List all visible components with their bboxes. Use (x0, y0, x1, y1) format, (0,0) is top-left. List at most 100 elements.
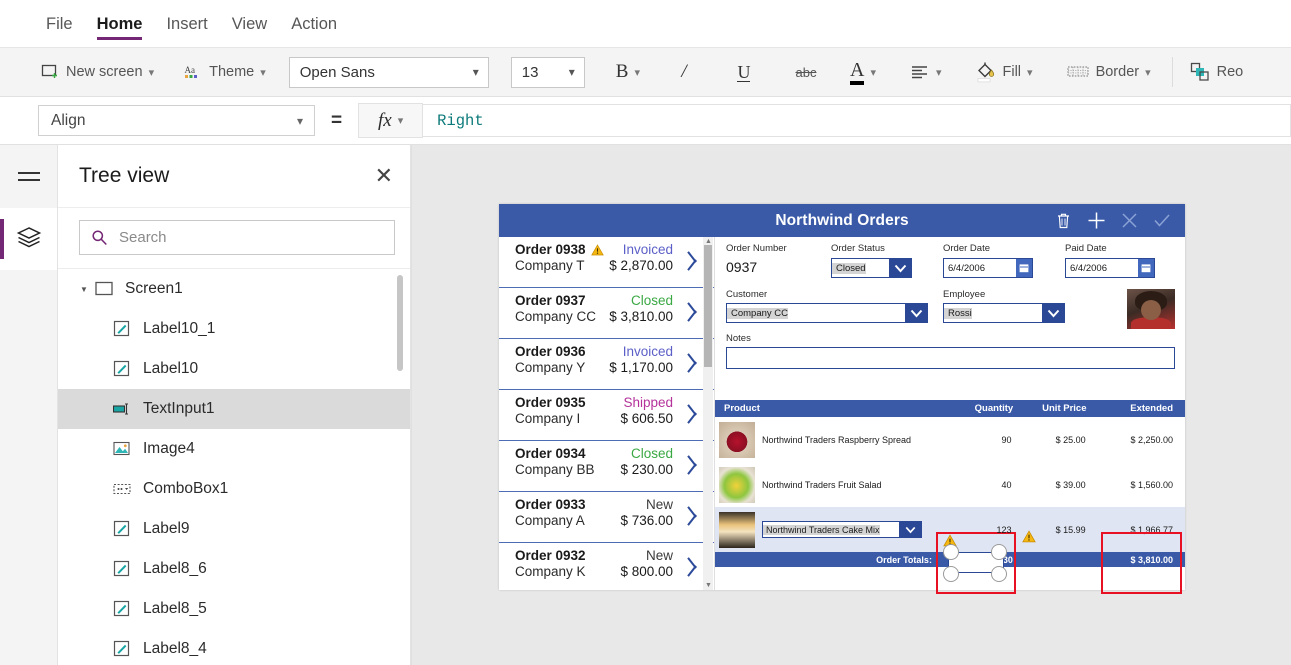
unit-price-cell: $ 39.00 (1020, 480, 1096, 490)
chevron-right-icon[interactable] (691, 504, 702, 526)
new-screen-label: New screen (66, 64, 143, 80)
order-date-picker[interactable]: 6/4/2006 (943, 258, 1033, 278)
tree-item-screen1[interactable]: ▼ Screen1 (58, 269, 410, 309)
order-list-item[interactable]: Order 0933 New Company A $ 736.00 (499, 492, 714, 543)
fill-label: Fill (1003, 64, 1022, 80)
chevron-right-icon[interactable] (691, 351, 702, 373)
chevron-down-icon: ▾ (560, 65, 584, 79)
northwind-orders-app: Northwind Orders (499, 204, 1185, 590)
product-grid-row[interactable]: Northwind Traders Fruit Salad 40 $ 39.00… (715, 462, 1185, 507)
order-number: Order 0937 (515, 293, 586, 308)
chevron-right-icon[interactable] (691, 555, 702, 577)
hamburger-menu-button[interactable] (0, 145, 57, 208)
italic-button[interactable]: / (663, 54, 705, 90)
close-icon[interactable]: ✕ (375, 165, 393, 187)
product-thumbnail (719, 467, 755, 503)
customer-dropdown[interactable]: Company CC (726, 303, 928, 323)
tree-item-label10[interactable]: Label10 (58, 349, 410, 389)
order-list-item[interactable]: Order 0936 Invoiced Company Y $ 1,170.00 (499, 339, 714, 390)
chevron-down-icon[interactable] (899, 522, 921, 537)
tree-item-label8-4[interactable]: Label8_4 (58, 629, 410, 665)
menu-item-insert[interactable]: Insert (154, 0, 219, 48)
product-grid-row[interactable]: Northwind Traders Raspberry Spread 90 $ … (715, 417, 1185, 462)
underline-icon: U (737, 63, 750, 82)
chevron-down-icon[interactable] (905, 304, 927, 322)
tree-item-label8-6[interactable]: Label8_6 (58, 549, 410, 589)
order-list-item[interactable]: Order 0932 New Company K $ 800.00 (499, 543, 714, 590)
cancel-button[interactable] (1114, 206, 1144, 236)
theme-button[interactable]: Aa Theme ▾ (175, 54, 275, 90)
expand-triangle-icon[interactable]: ▼ (80, 285, 95, 294)
tree-item-image4[interactable]: Image4 (58, 429, 410, 469)
calendar-icon[interactable] (1138, 259, 1154, 277)
extended-cell: $ 1,966.77 (1096, 525, 1185, 535)
font-family-select[interactable]: Open Sans ▾ (289, 57, 489, 88)
tree-item-combobox1[interactable]: ComboBox1 (58, 469, 410, 509)
calendar-icon[interactable] (1016, 259, 1032, 277)
formula-input[interactable]: Right (423, 104, 1291, 137)
notes-input[interactable] (726, 347, 1175, 369)
font-color-button[interactable]: A ▾ (841, 54, 885, 90)
text-align-button[interactable]: ▾ (901, 54, 951, 90)
label-icon (113, 640, 143, 658)
strikethrough-button[interactable]: abc (785, 54, 827, 90)
property-select[interactable]: Align ▾ (38, 105, 315, 136)
menu-item-file[interactable]: File (34, 0, 85, 48)
hamburger-icon (18, 167, 40, 185)
tree-scrollbar-thumb[interactable] (397, 275, 403, 371)
product-cell: Northwind Traders Cake Mix (715, 512, 938, 548)
tree-item-label8-5[interactable]: Label8_5 (58, 589, 410, 629)
search-input[interactable] (117, 228, 394, 247)
tree-item-label10-1[interactable]: Label10_1 (58, 309, 410, 349)
resize-handle-top-left[interactable] (943, 544, 959, 560)
border-button[interactable]: Border ▾ (1058, 54, 1160, 90)
chevron-down-icon: ▾ (1027, 66, 1033, 79)
quantity-cell[interactable]: 123 (938, 525, 1020, 535)
resize-handle-bottom-left[interactable] (943, 566, 959, 582)
reorder-button[interactable]: Reo (1181, 54, 1253, 90)
order-list-item[interactable]: Order 0937 Closed Company CC $ 3,810.00 (499, 288, 714, 339)
field-order-number: Order Number 0937 (726, 243, 831, 278)
scroll-up-icon[interactable]: ▲ (705, 238, 712, 245)
add-button[interactable] (1081, 206, 1111, 236)
order-status-dropdown[interactable]: Closed (831, 258, 912, 278)
quantity-cell: 40 (938, 480, 1020, 490)
resize-handle-top-right[interactable] (991, 544, 1007, 560)
form-row-1: Order Number 0937 Order Status Closed (726, 243, 1175, 278)
order-list-scroll-thumb[interactable] (704, 245, 712, 367)
tree-item-label9[interactable]: Label9 (58, 509, 410, 549)
fx-button[interactable]: fx ▾ (358, 103, 423, 138)
bold-button[interactable]: B ▾ (607, 54, 649, 90)
underline-button[interactable]: U (723, 54, 765, 90)
fx-icon: fx (378, 110, 392, 132)
scroll-down-icon[interactable]: ▼ (705, 582, 712, 589)
chevron-right-icon[interactable] (691, 402, 702, 424)
chevron-right-icon[interactable] (691, 300, 702, 322)
fill-bucket-icon (976, 61, 996, 83)
menu-item-action[interactable]: Action (279, 0, 349, 48)
delete-button[interactable] (1048, 206, 1078, 236)
paid-date-picker[interactable]: 6/4/2006 (1065, 258, 1155, 278)
fill-button[interactable]: Fill ▾ (967, 54, 1042, 90)
confirm-button[interactable] (1147, 206, 1177, 236)
label-icon (113, 360, 143, 378)
order-list-item[interactable]: Order 0935 Shipped Company I $ 606.50 (499, 390, 714, 441)
product-combobox[interactable]: Northwind Traders Cake Mix (762, 521, 922, 538)
chevron-right-icon[interactable] (691, 453, 702, 475)
rail-item-tree-view[interactable] (0, 208, 57, 270)
order-list-scrollbar[interactable]: ▲ ▼ (703, 237, 713, 590)
menu-item-home[interactable]: Home (85, 0, 155, 48)
font-size-select[interactable]: 13 ▾ (511, 57, 585, 88)
resize-handle-bottom-right[interactable] (991, 566, 1007, 582)
order-list-item[interactable]: Order 0938 Invoiced Company T $ 2,870.00 (499, 237, 714, 288)
chevron-down-icon[interactable] (1042, 304, 1064, 322)
new-screen-button[interactable]: New screen ▾ (32, 54, 163, 90)
chevron-down-icon[interactable] (889, 259, 911, 277)
tree-search-box[interactable] (79, 220, 395, 255)
menu-item-view[interactable]: View (220, 0, 279, 48)
employee-dropdown[interactable]: Rossi (943, 303, 1065, 323)
field-employee: Employee Rossi (943, 289, 1073, 323)
chevron-right-icon[interactable] (691, 249, 702, 271)
tree-item-textinput1[interactable]: TextInput1 (58, 389, 410, 429)
order-list-item[interactable]: Order 0934 Closed Company BB $ 230.00 (499, 441, 714, 492)
